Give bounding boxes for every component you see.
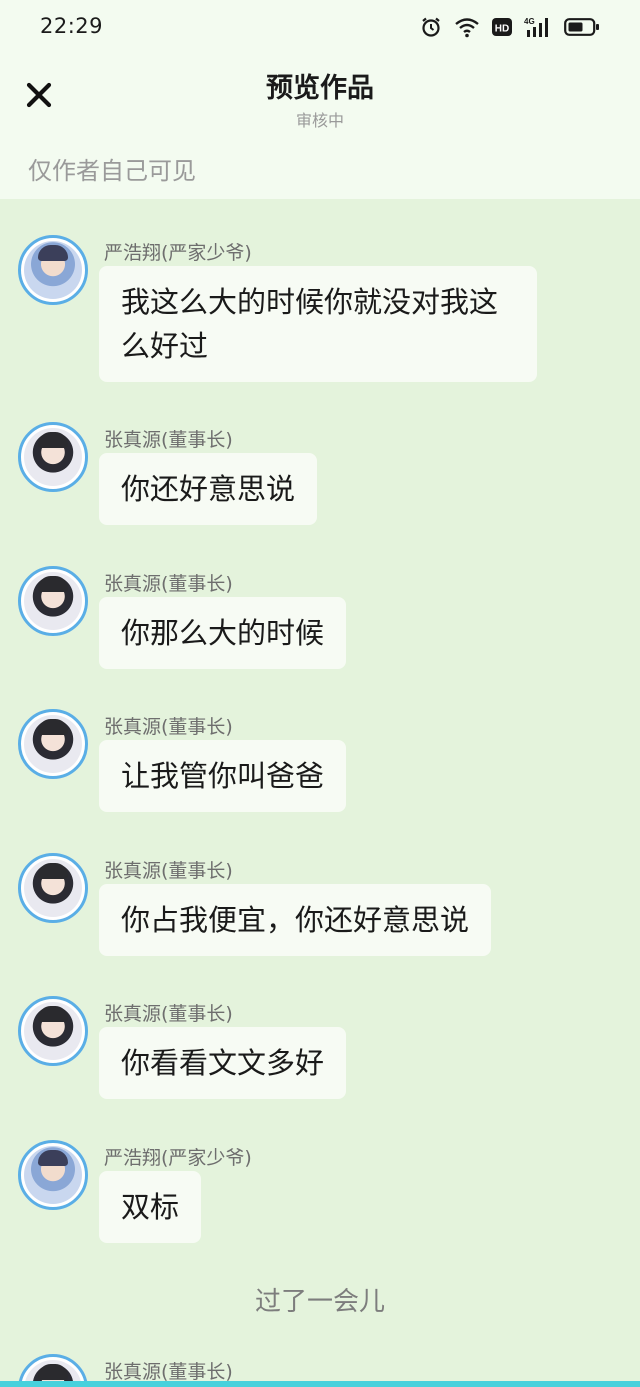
- header-area: 22:29 HD 4G 预览作品 审核中 仅作者自己可见: [0, 0, 640, 199]
- title-bar: 预览作品 审核中: [0, 56, 640, 144]
- sender-name: 张真源(董事长): [104, 1003, 233, 1025]
- sender-name: 张真源(董事长): [104, 573, 233, 595]
- message-bubble[interactable]: 你看看文文多好: [99, 1027, 347, 1099]
- status-time: 22:29: [40, 14, 104, 38]
- svg-text:4G: 4G: [524, 17, 535, 26]
- avatar[interactable]: [18, 709, 88, 779]
- avatar[interactable]: [18, 1140, 88, 1210]
- message-bubble[interactable]: 你占我便宜，你还好意思说: [99, 884, 492, 956]
- wifi-icon: [455, 18, 479, 38]
- avatar[interactable]: [18, 853, 88, 923]
- sender-name: 张真源(董事长): [104, 429, 233, 451]
- sender-name: 张真源(董事长): [104, 716, 233, 738]
- status-icons: HD 4G: [420, 16, 600, 38]
- message-bubble[interactable]: 双标: [99, 1171, 202, 1243]
- hd-icon: HD: [492, 18, 512, 36]
- message-bubble[interactable]: 让我管你叫爸爸: [99, 740, 347, 812]
- message-bubble[interactable]: 你那么大的时候: [99, 597, 347, 669]
- avatar[interactable]: [18, 235, 88, 305]
- chat-list[interactable]: 严浩翔(严家少爷) 我这么大的时候你就没对我这么好过 张真源(董事长) 你还好意…: [0, 199, 640, 1387]
- alarm-icon: [422, 17, 440, 37]
- sender-name: 张真源(董事长): [104, 1361, 233, 1383]
- avatar[interactable]: [18, 996, 88, 1066]
- status-bar: 22:29 HD 4G: [0, 0, 640, 56]
- page-title: 预览作品: [266, 73, 374, 104]
- avatar[interactable]: [18, 422, 88, 492]
- battery-icon: [564, 18, 599, 36]
- avatar[interactable]: [18, 566, 88, 636]
- visibility-note: 仅作者自己可见: [28, 157, 196, 185]
- sender-name: 严浩翔(严家少爷): [104, 242, 252, 264]
- signal-4g-icon: 4G: [524, 17, 548, 37]
- review-status: 审核中: [295, 111, 344, 130]
- sender-name: 严浩翔(严家少爷): [104, 1147, 252, 1169]
- svg-text:HD: HD: [495, 24, 509, 35]
- message-bubble[interactable]: 我这么大的时候你就没对我这么好过: [99, 266, 537, 382]
- narration-text: 过了一会儿: [254, 1287, 385, 1317]
- bottom-accent-bar: [0, 1381, 640, 1387]
- sender-name: 张真源(董事长): [104, 860, 233, 882]
- message-bubble[interactable]: 你还好意思说: [99, 453, 318, 525]
